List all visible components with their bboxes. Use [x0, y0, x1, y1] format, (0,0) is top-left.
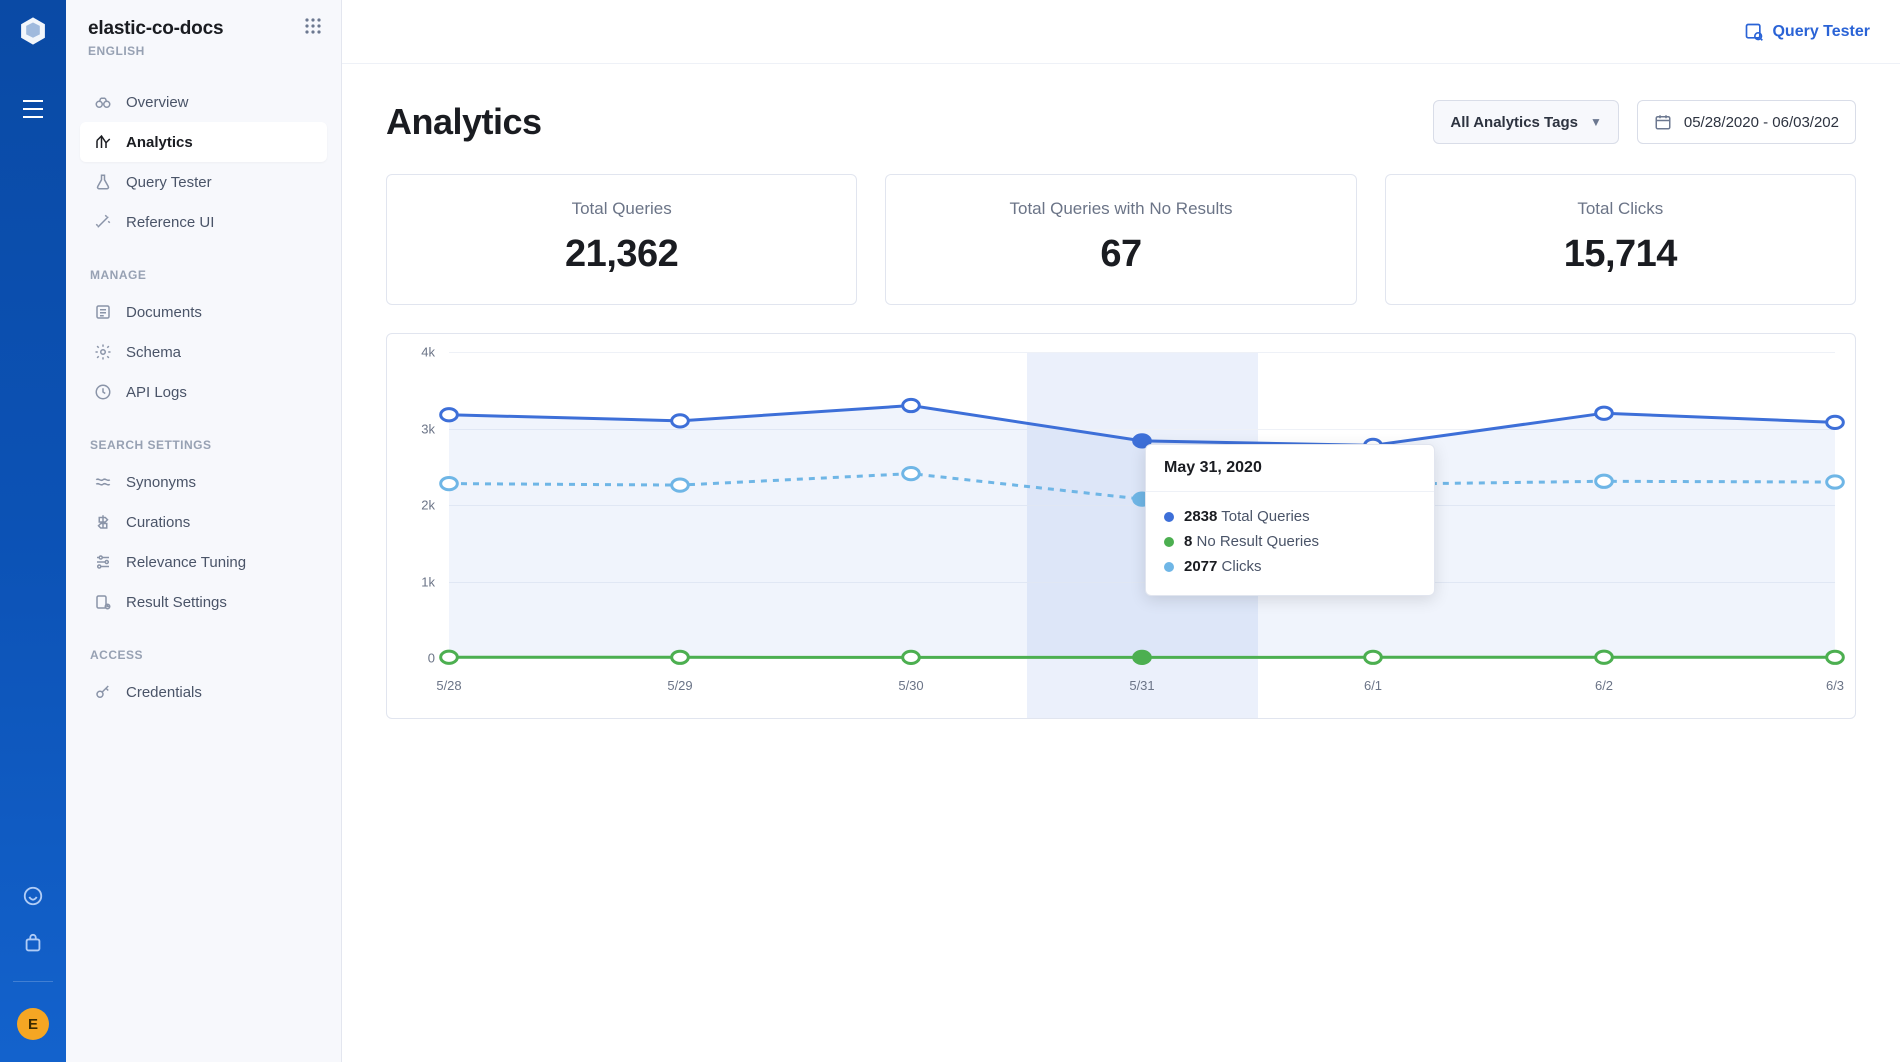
- tooltip-dot: [1164, 512, 1174, 522]
- nav-item-documents[interactable]: Documents: [80, 292, 327, 332]
- stat-value: 15,714: [1386, 233, 1855, 276]
- sidebar: elastic-co-docs ENGLISH Overview Analyti…: [66, 0, 342, 1062]
- nav-item-label: Analytics: [126, 134, 193, 151]
- nav-item-result-settings[interactable]: Result Settings: [80, 582, 327, 622]
- waves-icon: [94, 473, 112, 491]
- x-tick: 5/29: [667, 678, 692, 693]
- nav-item-query-tester[interactable]: Query Tester: [80, 162, 327, 202]
- x-tick: 6/1: [1364, 678, 1382, 693]
- tooltip-row: 2077 Clicks: [1164, 554, 1416, 579]
- nav-heading: ACCESS: [80, 632, 327, 672]
- stat-card[interactable]: Total Queries 21,362: [386, 174, 857, 305]
- signpost-icon: [94, 513, 112, 531]
- engine-language: ENGLISH: [88, 44, 223, 58]
- analytics-chart: 0 1k 2k 3k 4k 5/28 5/29 5/30 5/31 6/1 6/2 6/3 May …: [386, 333, 1856, 719]
- date-range-picker[interactable]: 05/28/2020 - 06/03/202: [1637, 100, 1856, 144]
- user-avatar[interactable]: E: [17, 1008, 49, 1040]
- query-tester-link[interactable]: Query Tester: [1744, 22, 1870, 42]
- nav-item-synonyms[interactable]: Synonyms: [80, 462, 327, 502]
- analytics-icon: [94, 133, 112, 151]
- nav-item-label: Reference UI: [126, 214, 214, 231]
- result-icon: [94, 593, 112, 611]
- query-tester-icon: [1744, 22, 1764, 42]
- wand-icon: [94, 213, 112, 231]
- nav-item-label: Documents: [126, 304, 202, 321]
- nav-item-label: Curations: [126, 514, 190, 531]
- tooltip-row: 8 No Result Queries: [1164, 529, 1416, 554]
- package-icon[interactable]: [22, 933, 44, 955]
- stat-value: 67: [886, 233, 1355, 276]
- query-tester-label: Query Tester: [1772, 23, 1870, 41]
- nav-item-label: Credentials: [126, 684, 202, 701]
- nav-item-schema[interactable]: Schema: [80, 332, 327, 372]
- sliders-icon: [94, 553, 112, 571]
- nav-item-reference-ui[interactable]: Reference UI: [80, 202, 327, 242]
- app-logo-icon: [16, 14, 50, 48]
- tooltip-date: May 31, 2020: [1146, 445, 1434, 492]
- nav-item-label: Query Tester: [126, 174, 212, 191]
- nav-item-api-logs[interactable]: API Logs: [80, 372, 327, 412]
- x-tick: 5/31: [1129, 678, 1154, 693]
- nav-item-label: Schema: [126, 344, 181, 361]
- engine-title: elastic-co-docs: [88, 18, 223, 40]
- chart-tooltip: May 31, 2020 2838 Total Queries 8 No Res…: [1145, 444, 1435, 596]
- binoculars-icon: [94, 93, 112, 111]
- date-range-text: 05/28/2020 - 06/03/202: [1684, 114, 1839, 131]
- x-tick: 5/28: [436, 678, 461, 693]
- nav-item-analytics[interactable]: Analytics: [80, 122, 327, 162]
- tooltip-dot: [1164, 562, 1174, 572]
- stat-label: Total Clicks: [1386, 199, 1855, 219]
- nav-item-curations[interactable]: Curations: [80, 502, 327, 542]
- apps-icon[interactable]: [305, 18, 321, 39]
- main: Query Tester Analytics All Analytics Tag…: [342, 0, 1900, 1062]
- hamburger-icon[interactable]: [22, 98, 44, 124]
- nav-item-relevance-tuning[interactable]: Relevance Tuning: [80, 542, 327, 582]
- tags-label: All Analytics Tags: [1450, 114, 1578, 131]
- nav-heading: SEARCH SETTINGS: [80, 422, 327, 462]
- topbar: Query Tester: [342, 0, 1900, 64]
- nav-item-overview[interactable]: Overview: [80, 82, 327, 122]
- stat-value: 21,362: [387, 233, 856, 276]
- tooltip-dot: [1164, 537, 1174, 547]
- nav-item-label: Overview: [126, 94, 189, 111]
- flask-icon: [94, 173, 112, 191]
- nav-item-credentials[interactable]: Credentials: [80, 672, 327, 712]
- y-tick: 3k: [421, 421, 435, 436]
- chevron-down-icon: ▼: [1590, 115, 1602, 129]
- clock-icon: [94, 383, 112, 401]
- y-tick: 2k: [421, 498, 435, 513]
- calendar-icon: [1654, 113, 1672, 131]
- tooltip-row: 2838 Total Queries: [1164, 504, 1416, 529]
- stat-label: Total Queries with No Results: [886, 199, 1355, 219]
- nav-rail: E: [0, 0, 66, 1062]
- y-tick: 0: [428, 651, 435, 666]
- nav-item-label: Synonyms: [126, 474, 196, 491]
- x-tick: 6/3: [1826, 678, 1844, 693]
- x-tick: 5/30: [898, 678, 923, 693]
- stat-card[interactable]: Total Clicks 15,714: [1385, 174, 1856, 305]
- x-tick: 6/2: [1595, 678, 1613, 693]
- stat-card[interactable]: Total Queries with No Results 67: [885, 174, 1356, 305]
- y-tick: 4k: [421, 345, 435, 360]
- chat-icon[interactable]: [22, 885, 44, 907]
- nav-item-label: Result Settings: [126, 594, 227, 611]
- gear-icon: [94, 343, 112, 361]
- avatar-initial: E: [28, 1016, 38, 1033]
- nav-item-label: API Logs: [126, 384, 187, 401]
- documents-icon: [94, 303, 112, 321]
- key-icon: [94, 683, 112, 701]
- stat-label: Total Queries: [387, 199, 856, 219]
- nav-heading: MANAGE: [80, 252, 327, 292]
- page-title: Analytics: [386, 101, 542, 143]
- analytics-tags-dropdown[interactable]: All Analytics Tags ▼: [1433, 100, 1618, 144]
- nav-item-label: Relevance Tuning: [126, 554, 246, 571]
- y-tick: 1k: [421, 574, 435, 589]
